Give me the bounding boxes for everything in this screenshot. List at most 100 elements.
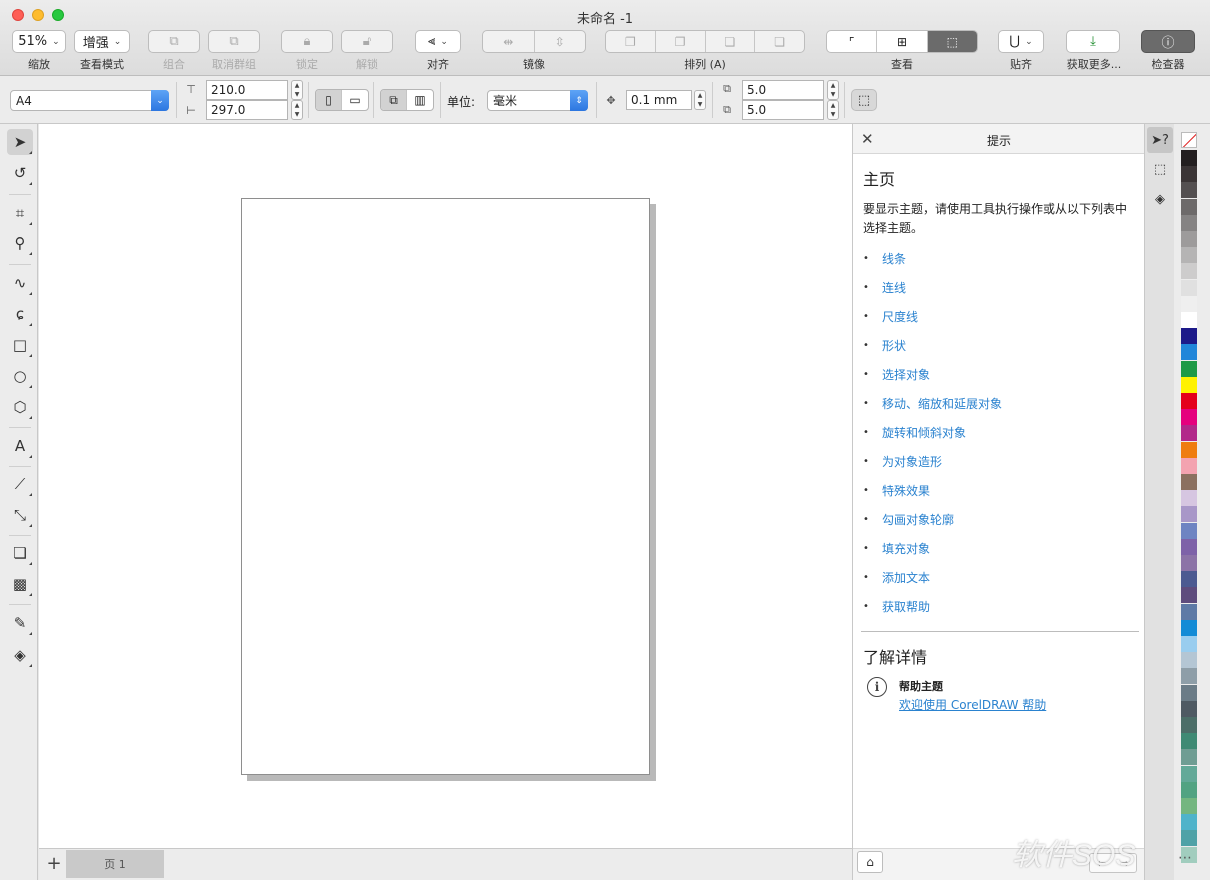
topic-link[interactable]: 勾画对象轮廓 bbox=[882, 511, 954, 528]
topic-link[interactable]: 移动、缩放和延展对象 bbox=[882, 395, 1002, 412]
topic-link[interactable]: 形状 bbox=[882, 337, 906, 354]
topic-item[interactable]: • 勾画对象轮廓 bbox=[863, 509, 954, 529]
text-tool[interactable]: A bbox=[7, 433, 33, 459]
color-swatch[interactable] bbox=[1181, 409, 1197, 426]
topic-link[interactable]: 特殊效果 bbox=[882, 482, 930, 499]
color-swatch[interactable] bbox=[1181, 231, 1197, 247]
topic-link[interactable]: 添加文本 bbox=[882, 569, 930, 586]
color-swatch[interactable] bbox=[1181, 312, 1197, 328]
color-swatch[interactable] bbox=[1181, 749, 1197, 766]
page-width-stepper[interactable]: ▲ ▼ bbox=[291, 80, 303, 100]
color-swatch[interactable] bbox=[1181, 376, 1197, 393]
color-swatch[interactable] bbox=[1181, 636, 1197, 652]
topic-link[interactable]: 填充对象 bbox=[882, 540, 930, 557]
topic-item[interactable]: • 填充对象 bbox=[863, 538, 930, 558]
home-button[interactable]: ⌂ bbox=[857, 851, 883, 873]
color-swatch[interactable] bbox=[1181, 571, 1197, 588]
no-color-swatch[interactable] bbox=[1181, 132, 1197, 148]
color-swatch[interactable] bbox=[1181, 425, 1197, 442]
color-swatch[interactable] bbox=[1181, 603, 1197, 620]
transparency-tool[interactable]: ▩ bbox=[7, 571, 33, 597]
color-swatch[interactable] bbox=[1181, 619, 1197, 636]
ungroup-button[interactable]: ⧉ bbox=[208, 30, 260, 53]
color-swatch[interactable] bbox=[1181, 765, 1197, 782]
topic-link[interactable]: 线条 bbox=[882, 250, 906, 267]
more-icon[interactable]: ⋯ bbox=[1178, 850, 1192, 866]
pick-tool[interactable]: ➤ bbox=[7, 129, 33, 155]
shape-tool[interactable]: ↺ bbox=[7, 160, 33, 186]
topic-item[interactable]: • 选择对象 bbox=[863, 364, 930, 384]
color-swatch[interactable] bbox=[1181, 328, 1197, 345]
get-more-button[interactable]: ⤓ bbox=[1066, 30, 1120, 53]
duplicate-x-input[interactable]: 5.0 bbox=[742, 80, 824, 100]
topic-item[interactable]: • 线条 bbox=[863, 248, 906, 268]
color-swatch[interactable] bbox=[1181, 360, 1197, 377]
color-swatch[interactable] bbox=[1181, 214, 1197, 231]
ellipse-tool[interactable]: ○ bbox=[7, 363, 33, 389]
lock-button[interactable]: 🔒︎ bbox=[281, 30, 333, 53]
color-swatch[interactable] bbox=[1181, 182, 1197, 199]
zoom-dropdown[interactable]: 51% ⌄ bbox=[12, 30, 66, 53]
rulers-button[interactable]: ⌜ bbox=[827, 31, 878, 52]
topic-link[interactable]: 旋转和倾斜对象 bbox=[882, 424, 966, 441]
color-swatch[interactable] bbox=[1181, 814, 1197, 831]
topic-item[interactable]: • 获取帮助 bbox=[863, 596, 930, 616]
mirror-vertical-button[interactable]: ⇳ bbox=[535, 31, 586, 52]
inspector-button[interactable]: ⓘ bbox=[1141, 30, 1195, 53]
eyedropper-tool[interactable]: ✎ bbox=[7, 610, 33, 636]
to-front-button[interactable]: ❐ bbox=[606, 31, 656, 52]
unlock-button[interactable]: 🔓︎ bbox=[341, 30, 393, 53]
color-swatch[interactable] bbox=[1181, 506, 1197, 523]
page-height-input[interactable]: 297.0 bbox=[206, 100, 288, 120]
connector-tool[interactable]: ⤡ bbox=[7, 502, 33, 528]
document-page[interactable] bbox=[241, 198, 650, 775]
polygon-tool[interactable]: ⬡ bbox=[7, 394, 33, 420]
color-swatch[interactable] bbox=[1181, 587, 1197, 604]
treat-as-filled-button[interactable]: ⬚ bbox=[851, 89, 877, 111]
page-size-select[interactable]: A4 ⌄ bbox=[10, 90, 169, 111]
hints-tab[interactable]: ➤? bbox=[1147, 127, 1173, 153]
topic-item[interactable]: • 连线 bbox=[863, 277, 906, 297]
color-swatch[interactable] bbox=[1181, 457, 1197, 474]
color-swatch[interactable] bbox=[1181, 474, 1197, 490]
color-swatch[interactable] bbox=[1181, 652, 1197, 669]
color-swatch[interactable] bbox=[1181, 441, 1197, 458]
parallel-dimension-tool[interactable]: ⟋ bbox=[7, 471, 33, 497]
snap-dropdown[interactable]: ⋃ ⌄ bbox=[998, 30, 1044, 53]
topic-item[interactable]: • 为对象造形 bbox=[863, 451, 942, 471]
color-swatch[interactable] bbox=[1181, 781, 1197, 798]
duplicate-y-stepper[interactable]: ▲ ▼ bbox=[827, 100, 839, 120]
color-swatch[interactable] bbox=[1181, 700, 1197, 717]
group-button[interactable]: ⧉ bbox=[148, 30, 200, 53]
artistic-media-tool[interactable]: ɕ bbox=[7, 301, 33, 327]
color-swatch[interactable] bbox=[1181, 830, 1197, 847]
forward-one-button[interactable]: ❐ bbox=[656, 31, 706, 52]
portrait-button[interactable]: ▯ bbox=[316, 90, 342, 110]
duplicate-x-stepper[interactable]: ▲ ▼ bbox=[827, 80, 839, 100]
topic-link[interactable]: 选择对象 bbox=[882, 366, 930, 383]
topic-item[interactable]: • 形状 bbox=[863, 335, 906, 355]
duplicate-y-input[interactable]: 5.0 bbox=[742, 100, 824, 120]
color-swatch[interactable] bbox=[1181, 393, 1197, 409]
topic-item[interactable]: • 旋转和倾斜对象 bbox=[863, 422, 966, 442]
color-swatch[interactable] bbox=[1181, 279, 1197, 296]
interactive-fill-tool[interactable]: ◈ bbox=[7, 642, 33, 668]
topic-item[interactable]: • 移动、缩放和延展对象 bbox=[863, 393, 1002, 413]
to-back-button[interactable]: ❏ bbox=[755, 31, 804, 52]
color-swatch[interactable] bbox=[1181, 668, 1197, 685]
properties-tab[interactable]: ⬚ bbox=[1147, 156, 1173, 182]
topic-item[interactable]: • 尺度线 bbox=[863, 306, 918, 326]
drawing-canvas[interactable] bbox=[39, 124, 852, 848]
grid-button[interactable]: ⊞ bbox=[877, 31, 928, 52]
back-one-button[interactable]: ❏ bbox=[706, 31, 756, 52]
page-tab[interactable]: 页 1 bbox=[66, 850, 164, 878]
landscape-button[interactable]: ▭ bbox=[342, 90, 368, 110]
color-swatch[interactable] bbox=[1181, 198, 1197, 215]
color-swatch[interactable] bbox=[1181, 522, 1197, 539]
topic-item[interactable]: • 特殊效果 bbox=[863, 480, 930, 500]
color-swatch[interactable] bbox=[1181, 538, 1197, 555]
nudge-stepper[interactable]: ▲ ▼ bbox=[694, 90, 706, 110]
topic-item[interactable]: • 添加文本 bbox=[863, 567, 930, 587]
all-pages-button[interactable]: ⧉ bbox=[381, 90, 407, 110]
rectangle-tool[interactable]: □ bbox=[7, 332, 33, 358]
